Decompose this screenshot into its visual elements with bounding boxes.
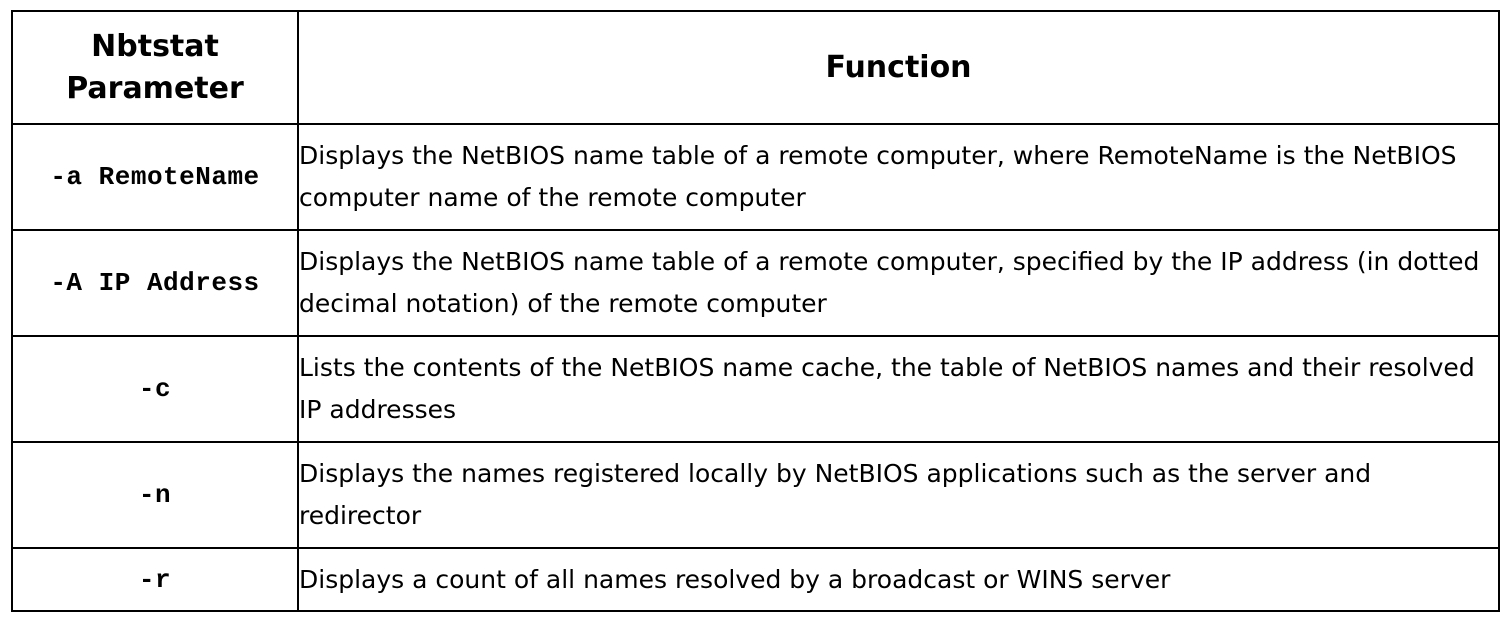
function-cell: Displays the NetBIOS name table of a rem… [297,123,1500,231]
nbtstat-parameter-table: Nbtstat Parameter Function -a RemoteName… [11,10,1500,612]
header-parameter-line-1: Nbtstat [91,28,219,64]
table-row: -n Displays the names registered locally… [11,441,1500,549]
table-header-row: Nbtstat Parameter Function [11,10,1500,125]
function-cell: Lists the contents of the NetBIOS name c… [297,335,1500,443]
table-row: -c Lists the contents of the NetBIOS nam… [11,335,1500,443]
function-cell: Displays the NetBIOS name table of a rem… [297,229,1500,337]
param-cell: -n [11,441,299,549]
table-row: -a RemoteName Displays the NetBIOS name … [11,123,1500,231]
function-cell: Displays a count of all names resolved b… [297,547,1500,612]
param-cell: -A IP Address [11,229,299,337]
header-parameter-line-2: Parameter [66,70,244,106]
function-cell: Displays the names registered locally by… [297,441,1500,549]
header-function: Function [297,10,1500,125]
param-cell: -r [11,547,299,612]
param-cell: -c [11,335,299,443]
header-parameter: Nbtstat Parameter [11,10,299,125]
param-cell: -a RemoteName [11,123,299,231]
table-row: -r Displays a count of all names resolve… [11,547,1500,612]
table-row: -A IP Address Displays the NetBIOS name … [11,229,1500,337]
